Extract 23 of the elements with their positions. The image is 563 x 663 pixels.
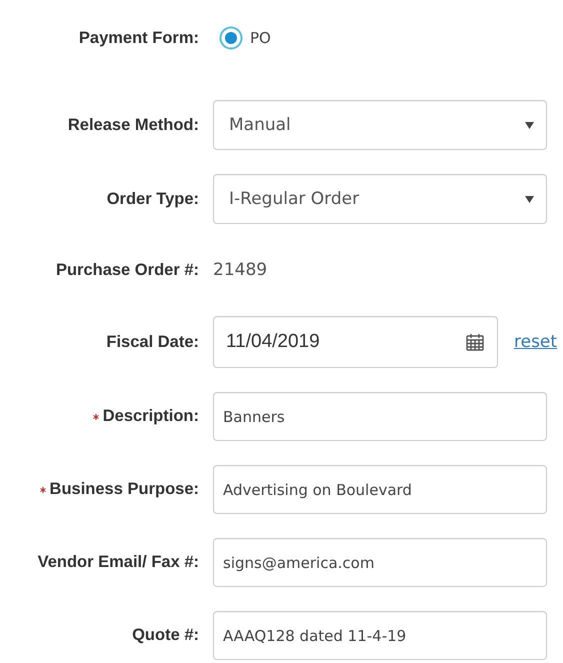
field-label: Order Type:	[106, 190, 199, 208]
field-label: Fiscal Date:	[106, 332, 199, 352]
field-label: Purchase Order #:	[56, 260, 199, 280]
order-number: 21489	[213, 260, 268, 280]
input-field[interactable]: Advertising on Boulevard	[213, 465, 547, 514]
input-field[interactable]: signs@america.com	[213, 538, 547, 587]
dropdown-field[interactable]: Manual	[213, 100, 547, 150]
input-field[interactable]: Banners	[213, 392, 547, 441]
field-label: Payment Form:	[78, 28, 199, 48]
caret-icon	[525, 122, 534, 128]
date-field[interactable]: 11/04/2019	[213, 316, 498, 368]
caret-icon	[525, 196, 534, 202]
radio-label: PO	[250, 29, 271, 47]
field-label: Description:	[102, 407, 199, 426]
reset-link[interactable]: reset	[514, 332, 558, 352]
field-label: Vendor Email/ Fax #:	[38, 553, 199, 572]
field-label: Release Method:	[68, 116, 199, 134]
input-field[interactable]: AAAQ128 dated 11-4-19	[213, 611, 547, 660]
field-label: Business Purpose:	[50, 480, 199, 499]
calendar-icon	[465, 332, 485, 352]
field-label: Quote #:	[132, 626, 199, 645]
radio-button[interactable]	[219, 26, 243, 50]
dropdown-field[interactable]: I-Regular Order	[213, 174, 547, 224]
